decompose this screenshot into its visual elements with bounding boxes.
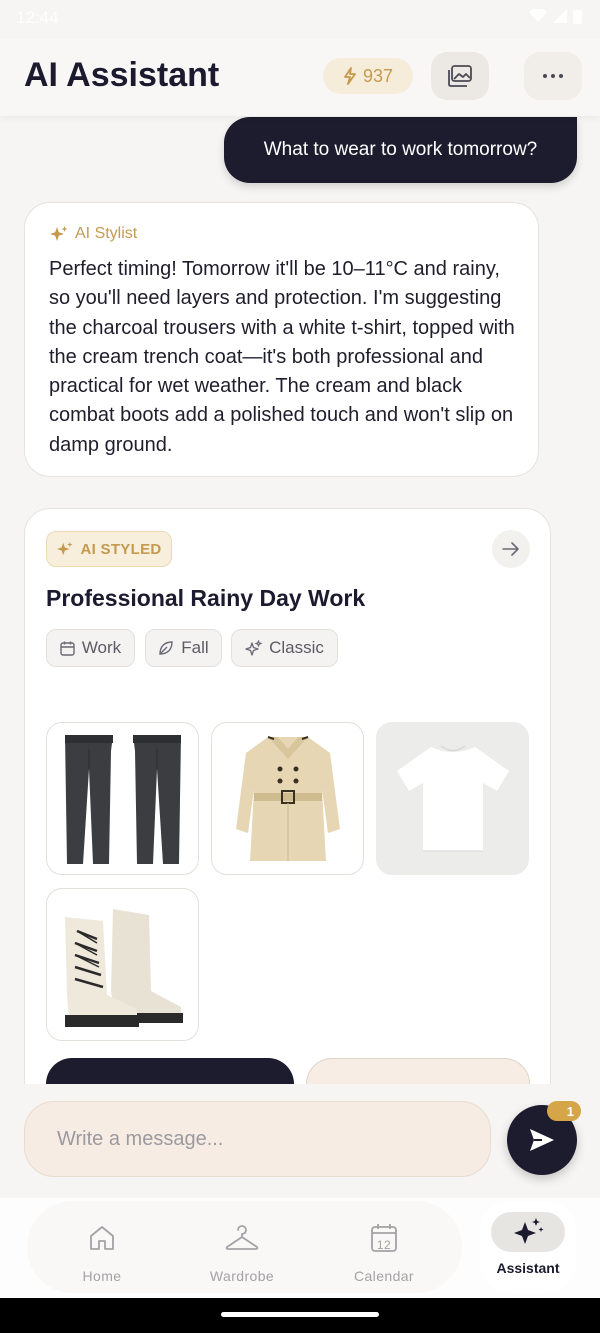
- item-tile-trousers[interactable]: [46, 722, 199, 875]
- sparkle-icon: [50, 226, 68, 241]
- nav-item-home[interactable]: Home: [60, 1198, 144, 1298]
- ai-stylist-label: AI Stylist: [49, 225, 137, 243]
- ai-stylist-label-text: AI Stylist: [75, 225, 138, 242]
- nav-item-calendar[interactable]: 12 Calendar: [342, 1198, 426, 1298]
- combat-boots-image: [64, 908, 183, 1027]
- more-options-button[interactable]: [524, 52, 582, 100]
- ai-styled-badge-text: AI STYLED: [80, 540, 162, 558]
- sparkle-outline-icon: [245, 639, 263, 656]
- message-composer: Write a message... 1: [0, 1084, 600, 1198]
- t-shirt-image: [396, 744, 509, 851]
- home-icon: [90, 1226, 114, 1250]
- credits-count: 937: [362, 65, 394, 86]
- nav-label-calendar: Calendar: [353, 1268, 414, 1284]
- hanger-icon: [225, 1225, 259, 1250]
- status-bar: 12:44: [0, 0, 600, 38]
- bottom-navigation: Home Wardrobe 12 Calendar Assistant: [0, 1198, 600, 1298]
- user-message-bubble: What to wear to work tomorrow?: [224, 117, 577, 183]
- outfit-card[interactable]: AI STYLED Professional Rainy Day Work Wo…: [24, 508, 551, 1148]
- nav-item-wardrobe[interactable]: Wardrobe: [200, 1198, 284, 1298]
- system-navigation-bar: [0, 1298, 600, 1333]
- tag-label: Classic: [269, 638, 324, 657]
- item-tile-trench-coat[interactable]: [211, 722, 364, 875]
- trench-coat-image: [235, 735, 340, 861]
- calendar-date: 12: [376, 1238, 392, 1252]
- credits-badge[interactable]: 937: [323, 58, 413, 94]
- nav-label-home: Home: [82, 1268, 122, 1284]
- ai-response-text: Perfect timing! Tomorrow it'll be 10–11°…: [49, 258, 515, 456]
- calendar-small-icon: [60, 641, 75, 656]
- sparkle-icon: [57, 541, 74, 556]
- user-message-text: What to wear to work tomorrow?: [263, 139, 538, 160]
- ai-response-card: AI Stylist Perfect timing! Tomorrow it'l…: [24, 202, 539, 477]
- notification-badge: 1: [547, 1101, 581, 1121]
- nav-label-assistant: Assistant: [496, 1260, 560, 1276]
- open-outfit-button[interactable]: [492, 530, 530, 568]
- signal-icon: [553, 9, 567, 23]
- sparkle-icon: [514, 1218, 544, 1244]
- trousers-image: [64, 734, 181, 864]
- tag-classic[interactable]: Classic: [231, 629, 338, 667]
- tag-label: Work: [81, 638, 122, 657]
- message-input[interactable]: Write a message...: [24, 1101, 491, 1177]
- tag-label: Fall: [181, 638, 209, 657]
- leaf-icon: [159, 641, 173, 655]
- more-dots-icon: [543, 74, 563, 78]
- arrow-right-icon: [502, 542, 519, 556]
- outfit-title: Professional Rainy Day Work: [46, 585, 366, 611]
- item-tile-t-shirt[interactable]: [376, 722, 529, 875]
- tag-fall[interactable]: Fall: [145, 629, 222, 667]
- wifi-icon: [529, 9, 547, 22]
- battery-icon: [573, 10, 582, 24]
- status-time: 12:44: [16, 8, 59, 27]
- item-tile-combat-boots[interactable]: [46, 888, 199, 1041]
- page-title: AI Assistant: [24, 56, 220, 94]
- gallery-icon: [448, 65, 472, 87]
- tag-work[interactable]: Work: [46, 629, 135, 667]
- nav-label-wardrobe: Wardrobe: [209, 1268, 275, 1284]
- nav-active-indicator[interactable]: [491, 1212, 565, 1252]
- ai-styled-badge: AI STYLED: [46, 531, 172, 567]
- app-header: AI Assistant 937: [0, 38, 600, 116]
- send-icon: [530, 1129, 554, 1151]
- gallery-button[interactable]: [431, 52, 489, 100]
- bolt-icon: [344, 67, 356, 85]
- home-gesture-handle[interactable]: [221, 1312, 379, 1317]
- status-icons: [529, 9, 582, 24]
